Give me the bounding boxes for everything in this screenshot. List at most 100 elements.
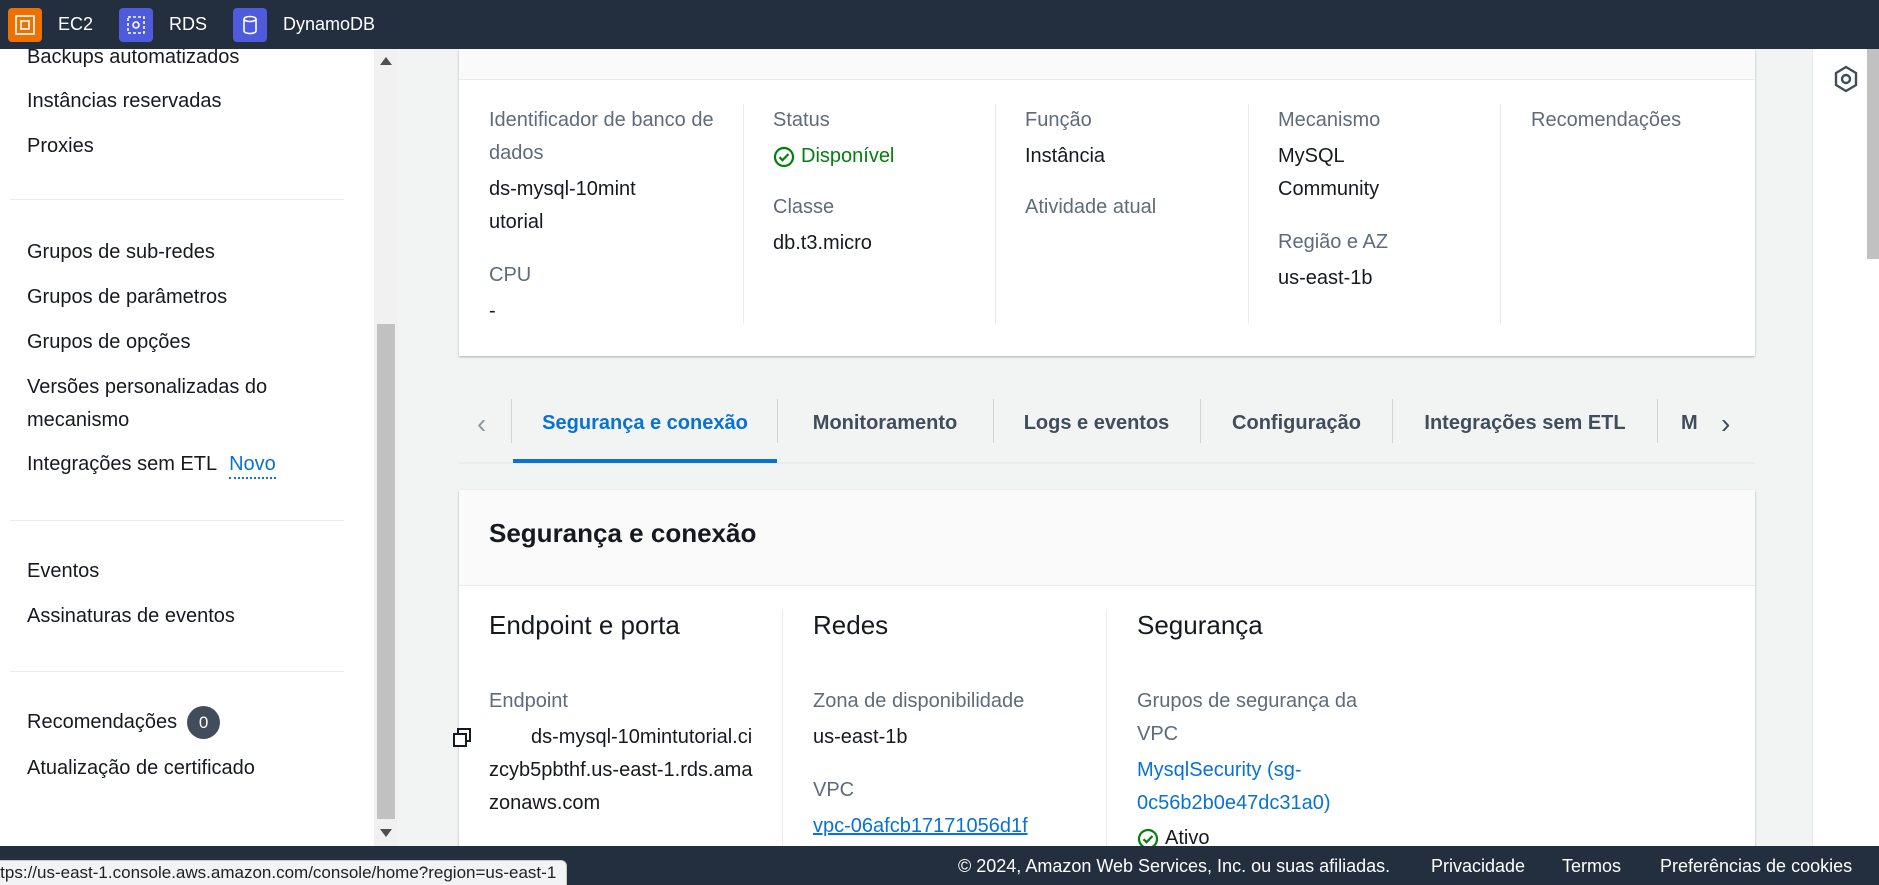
hexagon-info-icon[interactable] <box>1833 65 1859 98</box>
favorites-bar: EC2 RDS DynamoDB <box>0 0 1879 49</box>
favorite-ec2[interactable]: EC2 <box>0 0 93 49</box>
vpc-link[interactable]: vpc-06afcb17171056d1f <box>813 810 1083 843</box>
new-badge[interactable]: Novo <box>229 453 276 479</box>
favorite-dynamodb[interactable]: DynamoDB <box>225 0 375 49</box>
copy-icon[interactable] <box>451 727 473 760</box>
page-scrollbar-thumb[interactable] <box>1867 49 1879 259</box>
status-url-text: https://us-east-1.console.aws.amazon.com… <box>0 863 557 882</box>
role-label: Função <box>1025 109 1092 131</box>
sidebar-item-reserved-instances[interactable]: Instâncias reservadas <box>27 85 222 118</box>
scroll-up-icon[interactable] <box>380 57 392 65</box>
az-label: Zona de disponibilidade <box>813 690 1025 712</box>
endpoint-label: Endpoint <box>489 690 568 712</box>
tab-monitoring[interactable]: Monitoramento <box>778 382 992 464</box>
summary-col-engine: Mecanismo MySQL Community Região e AZ us… <box>1278 104 1478 324</box>
privacy-link[interactable]: Privacidade <box>1431 856 1525 877</box>
favorite-rds[interactable]: RDS <box>111 0 207 49</box>
sidebar-item-parameter-groups[interactable]: Grupos de parâmetros <box>27 281 227 314</box>
cpu-value: - <box>489 300 496 322</box>
tabs-scroll-right-icon[interactable]: › <box>1721 408 1730 440</box>
ec2-icon <box>8 7 42 42</box>
status-value: Disponível <box>773 140 993 173</box>
engine-label: Mecanismo <box>1278 109 1381 131</box>
summary-col-identifier: Identificador de banco de dados ds-mysql… <box>489 104 719 324</box>
check-circle-icon <box>773 146 795 167</box>
active-tab-indicator <box>513 459 777 463</box>
db-identifier-label: Identificador de banco de dados <box>489 109 714 164</box>
sidebar-divider <box>10 671 344 672</box>
security-title: Segurança <box>1137 610 1263 640</box>
status-text: Disponível <box>801 145 895 167</box>
endpoint-column: Endpoint e porta Endpoint ds-mysql-10min… <box>453 610 759 820</box>
column-divider <box>1106 610 1107 870</box>
sidebar-item-recommendations[interactable]: Recomendações 0 <box>27 706 221 740</box>
sidebar-item-events[interactable]: Eventos <box>27 555 99 588</box>
status-url-bar: https://us-east-1.console.aws.amazon.com… <box>0 860 568 885</box>
class-label: Classe <box>773 196 835 218</box>
security-connectivity-panel: Segurança e conexão Endpoint e porta End… <box>453 490 1755 870</box>
column-divider <box>1248 104 1249 324</box>
db-identifier-value: ds-mysql-10mintutorial <box>489 178 636 233</box>
sidebar-item-event-subscriptions[interactable]: Assinaturas de eventos <box>27 600 235 633</box>
sidebar-divider <box>10 520 344 521</box>
summary-col-status: Status Disponível Classe db.t3.micro <box>773 104 993 324</box>
panel-header: Segurança e conexão <box>459 490 1755 586</box>
cookie-preferences-link[interactable]: Preferências de cookies <box>1660 856 1852 877</box>
rds-icon <box>119 7 154 42</box>
engine-value: MySQL Community <box>1278 145 1380 200</box>
endpoint-value: ds-mysql-10mintutorial.cizcyb5pbthf.us-e… <box>453 721 754 820</box>
class-value: db.t3.micro <box>773 232 872 254</box>
summary-col-recommendations: Recomendações <box>1531 104 1751 324</box>
panel-title: Segurança e conexão <box>489 518 757 548</box>
favorite-label: DynamoDB <box>283 14 376 34</box>
column-divider <box>782 610 783 870</box>
terms-link[interactable]: Termos <box>1562 856 1621 877</box>
status-label: Status <box>773 109 830 131</box>
sidebar-item-proxies[interactable]: Proxies <box>27 130 94 163</box>
tab-separator <box>511 399 512 443</box>
sidebar-item-certificate-update[interactable]: Atualização de certificado <box>27 752 255 785</box>
security-column: Segurança Grupos de segurança da VPC Mys… <box>1137 610 1387 855</box>
dynamodb-icon <box>233 7 268 42</box>
summary-header-strip <box>459 49 1755 80</box>
favorite-label: RDS <box>169 14 208 34</box>
favorite-label: EC2 <box>58 14 94 34</box>
az-value: us-east-1b <box>813 726 908 748</box>
recommendations-label: Recomendações <box>1531 109 1682 131</box>
role-value: Instância <box>1025 145 1106 167</box>
region-label: Região e AZ <box>1278 231 1389 253</box>
tab-configuration[interactable]: Configuração <box>1201 382 1392 464</box>
tab-maintenance[interactable]: M <box>1681 382 1705 464</box>
scrollbar-thumb[interactable] <box>377 324 395 819</box>
sidebar-scrollbar[interactable] <box>374 49 398 846</box>
security-groups-label: Grupos de segurança da VPC <box>1137 690 1358 745</box>
instance-summary-panel: Identificador de banco de dados ds-mysql… <box>459 49 1755 356</box>
tab-zero-etl-integrations[interactable]: Integrações sem ETL <box>1393 382 1657 464</box>
summary-col-role: Função Instância Atividade atual <box>1025 104 1245 324</box>
sidebar-item-automated-backups[interactable]: Backups automatizados <box>27 49 239 74</box>
networking-column: Redes Zona de disponibilidade us-east-1b… <box>813 610 1083 843</box>
sidebar-item-subnet-groups[interactable]: Grupos de sub-redes <box>27 236 215 269</box>
scroll-down-icon[interactable] <box>380 829 392 837</box>
activity-label: Atividade atual <box>1025 196 1157 218</box>
endpoint-text[interactable]: ds-mysql-10mintutorial.cizcyb5pbthf.us-e… <box>489 726 752 814</box>
tabs-scroll-left-icon[interactable]: ‹ <box>477 408 486 440</box>
vpc-label: VPC <box>813 779 855 801</box>
cpu-label: CPU <box>489 264 532 286</box>
sidebar-item-zero-etl[interactable]: Integrações sem ETL Novo <box>27 448 276 481</box>
sidebar-item-label: Integrações sem ETL <box>27 453 218 475</box>
sidebar-item-option-groups[interactable]: Grupos de opções <box>27 326 190 359</box>
sidebar-navigation: Backups automatizados Instâncias reserva… <box>0 49 374 846</box>
tab-logs-events[interactable]: Logs e eventos <box>994 382 1199 464</box>
tab-security-connectivity[interactable]: Segurança e conexão <box>513 382 777 464</box>
column-divider <box>743 104 744 324</box>
recommendations-count-badge: 0 <box>187 706 221 740</box>
tab-separator <box>1657 399 1658 443</box>
sidebar-item-custom-engine-versions[interactable]: Versões personalizadas do mecanismo <box>27 371 307 437</box>
networking-title: Redes <box>813 610 889 640</box>
security-group-link[interactable]: MysqlSecurity (sg-0c56b2b0e47dc31a0) <box>1137 754 1367 820</box>
region-value: us-east-1b <box>1278 267 1373 289</box>
column-divider <box>1500 104 1501 324</box>
copyright-text: © 2024, Amazon Web Services, Inc. ou sua… <box>958 856 1391 876</box>
column-divider <box>995 104 996 324</box>
